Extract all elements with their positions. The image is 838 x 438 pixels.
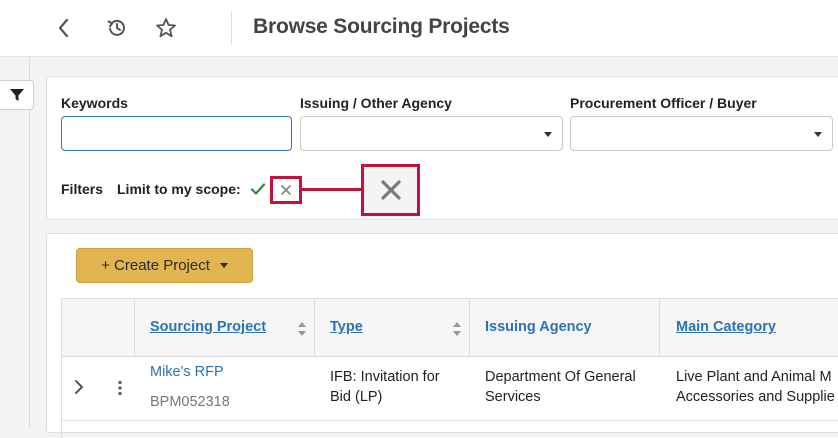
scope-no-button[interactable] <box>270 176 302 204</box>
column-header-main-category[interactable]: Main Category <box>676 319 776 335</box>
left-rail <box>0 58 30 427</box>
page-title: Browse Sourcing Projects <box>253 15 510 38</box>
type-cell-line1: IFB: Invitation for <box>330 369 440 385</box>
category-cell-line2: Accessories and Supplie <box>676 389 835 405</box>
callout-zoom-box <box>361 164 420 216</box>
chevron-right-icon[interactable] <box>74 379 84 400</box>
projects-table: Sourcing Project Type Issuing Agency Mai… <box>61 298 838 438</box>
column-divider <box>134 299 135 357</box>
agency-cell-line2: Services <box>485 389 541 405</box>
chevron-down-icon <box>219 263 228 268</box>
create-project-button[interactable]: + Create Project <box>76 248 253 283</box>
top-bar: Browse Sourcing Projects <box>0 0 838 57</box>
agency-select[interactable] <box>300 116 563 151</box>
filters-label: Filters <box>61 181 104 197</box>
column-header-sourcing-project[interactable]: Sourcing Project <box>150 319 266 335</box>
header-divider <box>231 11 232 45</box>
column-header-issuing-agency: Issuing Agency <box>485 319 592 335</box>
sort-icon[interactable] <box>452 321 462 337</box>
chevron-left-icon[interactable] <box>50 14 78 42</box>
filter-toggle-button[interactable] <box>0 80 34 110</box>
project-code: BPM052318 <box>150 394 230 410</box>
dropdown-caret-icon <box>814 132 822 137</box>
buyer-select[interactable] <box>570 116 833 151</box>
sort-icon[interactable] <box>297 321 307 337</box>
scope-yes-check-icon[interactable] <box>249 180 267 198</box>
create-project-label: + Create Project <box>101 257 210 274</box>
buyer-label: Procurement Officer / Buyer <box>570 95 757 111</box>
keywords-input[interactable] <box>61 116 292 151</box>
callout-connector <box>302 188 362 191</box>
column-divider <box>314 299 315 357</box>
row-divider <box>62 420 838 421</box>
close-icon-zoomed <box>380 180 401 200</box>
keywords-label: Keywords <box>61 95 128 111</box>
history-icon[interactable] <box>103 14 131 42</box>
project-name-link[interactable]: Mike's RFP <box>150 362 224 382</box>
row-actions-kebab-icon[interactable] <box>117 380 123 401</box>
close-icon <box>281 185 291 195</box>
agency-cell-line1: Department Of General <box>485 369 636 385</box>
funnel-icon <box>9 89 24 101</box>
dropdown-caret-icon <box>544 132 552 137</box>
star-outline-icon[interactable] <box>152 14 180 42</box>
scope-label: Limit to my scope: <box>117 181 241 197</box>
type-cell-line2: Bid (LP) <box>330 389 383 405</box>
column-header-type[interactable]: Type <box>330 319 363 335</box>
agency-label: Issuing / Other Agency <box>300 95 452 111</box>
table-header: Sourcing Project Type Issuing Agency Mai… <box>62 299 838 357</box>
column-divider <box>659 299 660 357</box>
category-cell-line1: Live Plant and Animal M <box>676 369 832 385</box>
column-divider <box>469 299 470 357</box>
